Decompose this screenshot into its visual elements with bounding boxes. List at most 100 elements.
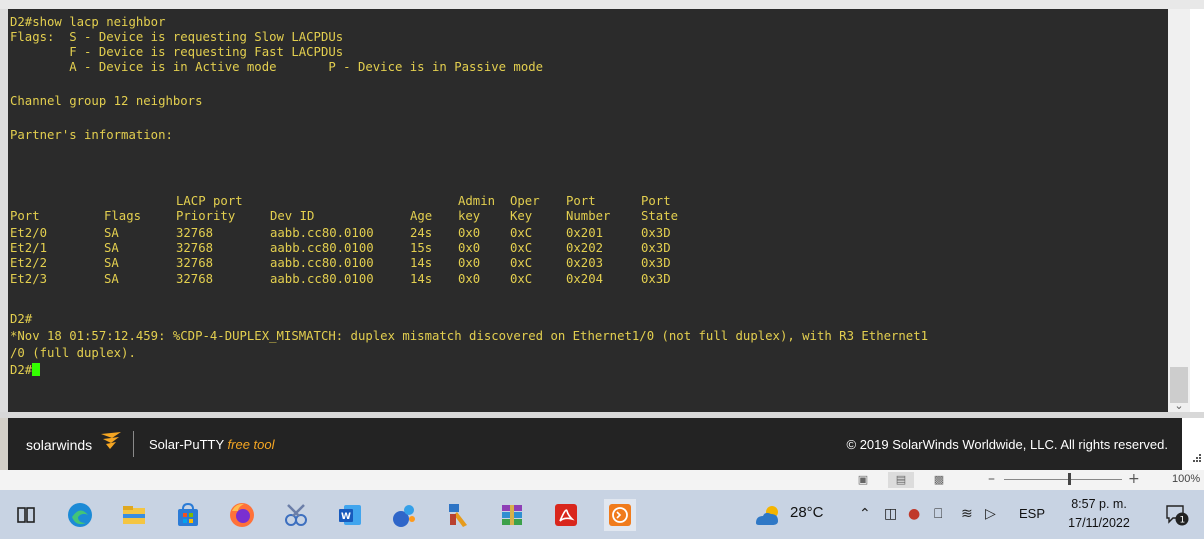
paint-app-icon[interactable] [442, 499, 474, 531]
current-prompt: D2# [10, 363, 33, 377]
column-header-port-number: Number [566, 209, 611, 223]
column-header-port: Port [10, 209, 40, 223]
table-cell-flags: SA [104, 226, 119, 240]
column-header-dev-id: Dev ID [270, 209, 315, 223]
solarwinds-flame-icon [99, 430, 123, 456]
clock-date[interactable]: 17/11/2022 [1062, 516, 1136, 530]
partner-info-line: Partner's information: [10, 128, 173, 142]
copyright-text: © 2019 SolarWinds Worldwide, LLC. All ri… [846, 437, 1168, 452]
window-top-edge [0, 0, 1204, 9]
channel-group-line: Channel group 12 neighbors [10, 94, 203, 108]
snipping-tool-icon[interactable] [280, 499, 312, 531]
free-tool-tag: free tool [227, 437, 275, 452]
table-cell-admin-key: 0x0 [458, 256, 481, 270]
table-cell-priority: 32768 [176, 241, 214, 255]
column-header-oper-key: Key [510, 209, 533, 223]
resize-grip-icon[interactable] [1182, 418, 1204, 470]
log-line-2: /0 (full duplex). [10, 346, 136, 360]
table-cell-oper-key: 0xC [510, 256, 533, 270]
security-alert-icon[interactable]: ● [908, 504, 920, 524]
table-cell-port-number: 0x203 [566, 256, 604, 270]
weather-cloudy-sun-icon[interactable] [750, 501, 786, 529]
solar-putty-icon[interactable] [604, 499, 636, 531]
table-cell-port-state: 0x3D [641, 241, 671, 255]
footer-divider [133, 431, 134, 457]
weather-temperature[interactable]: 28°C [790, 504, 824, 521]
table-cell-oper-key: 0xC [510, 241, 533, 255]
zoom-slider[interactable] [1004, 479, 1122, 480]
zoom-slider-thumb[interactable] [1068, 473, 1071, 485]
wifi-icon[interactable]: ≋ [961, 504, 973, 524]
flags-line-1: Flags: S - Device is requesting Slow LAC… [10, 30, 344, 44]
notification-center-icon[interactable]: 1 [1164, 503, 1190, 527]
column-header-port-state: State [641, 209, 679, 223]
column-header-age: Age [410, 209, 433, 223]
zoom-in-button[interactable]: + [1128, 470, 1140, 488]
network-device-icon[interactable]: ◫ [884, 504, 897, 524]
chemistry-app-icon[interactable] [388, 499, 420, 531]
task-view-icon[interactable] [10, 499, 42, 531]
column-header-port-state-top: Port [641, 194, 671, 208]
table-cell-dev-id: aabb.cc80.0100 [270, 256, 374, 270]
status-bar: ▣ ▤ ▩ – + 100% [0, 470, 1204, 490]
speaker-icon[interactable]: ▷ [985, 504, 996, 524]
table-cell-port-state: 0x3D [641, 256, 671, 270]
table-cell-age: 24s [410, 226, 433, 240]
clock-time[interactable]: 8:57 p. m. [1062, 497, 1136, 511]
table-cell-flags: SA [104, 272, 119, 286]
table-cell-port-number: 0x204 [566, 272, 604, 286]
solarwinds-logo-text: solarwinds [26, 437, 93, 453]
table-cell-priority: 32768 [176, 256, 214, 270]
window-left-edge [0, 9, 8, 412]
file-explorer-icon[interactable] [118, 499, 150, 531]
terminal-output[interactable]: D2#show lacp neighbor Flags: S - Device … [8, 9, 1168, 412]
acrobat-reader-icon[interactable] [550, 499, 582, 531]
table-cell-admin-key: 0x0 [458, 272, 481, 286]
table-cell-port-number: 0x201 [566, 226, 604, 240]
table-cell-dev-id: aabb.cc80.0100 [270, 272, 374, 286]
table-cell-dev-id: aabb.cc80.0100 [270, 241, 374, 255]
microsoft-store-icon[interactable] [172, 499, 204, 531]
table-cell-dev-id: aabb.cc80.0100 [270, 226, 374, 240]
column-header-flags: Flags [104, 209, 142, 223]
zoom-level[interactable]: 100% [1172, 473, 1200, 485]
command-line: D2#show lacp neighbor [10, 15, 166, 29]
show-hidden-icons-icon[interactable]: ⌃ [859, 504, 871, 524]
app-name-text: Solar-PuTTY [149, 437, 224, 452]
table-cell-port: Et2/2 [10, 256, 48, 270]
notification-count: 1 [1180, 516, 1186, 526]
view-mode-group: ▣ ▤ ▩ [850, 472, 970, 488]
print-layout-icon[interactable]: ▤ [888, 472, 914, 488]
vertical-scrollbar[interactable]: ⌄ [1168, 9, 1190, 412]
table-cell-oper-key: 0xC [510, 272, 533, 286]
language-indicator[interactable]: ESP [1019, 506, 1045, 521]
firefox-icon[interactable] [226, 499, 258, 531]
column-header-admin-key-top: Admin [458, 194, 496, 208]
table-cell-flags: SA [104, 241, 119, 255]
table-cell-port-state: 0x3D [641, 272, 671, 286]
table-cell-age: 14s [410, 256, 433, 270]
column-header-priority-top: LACP port [176, 194, 243, 208]
read-mode-icon[interactable]: ▣ [850, 472, 876, 488]
word-icon[interactable]: W [334, 499, 366, 531]
log-line-1: *Nov 18 01:57:12.459: %CDP-4-DUPLEX_MISM… [10, 329, 929, 343]
table-cell-oper-key: 0xC [510, 226, 533, 240]
winrar-icon[interactable] [496, 499, 528, 531]
window-right-edge [1190, 9, 1204, 412]
zoom-out-button[interactable]: – [988, 470, 995, 488]
table-cell-admin-key: 0x0 [458, 226, 481, 240]
edge-icon[interactable] [64, 499, 96, 531]
current-prompt-line[interactable]: D2# [10, 363, 41, 378]
table-cell-age: 14s [410, 272, 433, 286]
app-name: Solar-PuTTY free tool [149, 435, 275, 455]
web-layout-icon[interactable]: ▩ [926, 472, 952, 488]
column-header-port-number-top: Port [566, 194, 596, 208]
table-cell-port-number: 0x202 [566, 241, 604, 255]
text-cursor [32, 363, 41, 376]
table-cell-port: Et2/0 [10, 226, 48, 240]
input-method-icon[interactable]: ⎕ [934, 504, 942, 524]
table-cell-flags: SA [104, 256, 119, 270]
prompt-line: D2# [10, 312, 33, 326]
table-cell-port-state: 0x3D [641, 226, 671, 240]
solar-putty-footer: solarwinds Solar-PuTTY free tool © 2019 … [8, 418, 1182, 470]
